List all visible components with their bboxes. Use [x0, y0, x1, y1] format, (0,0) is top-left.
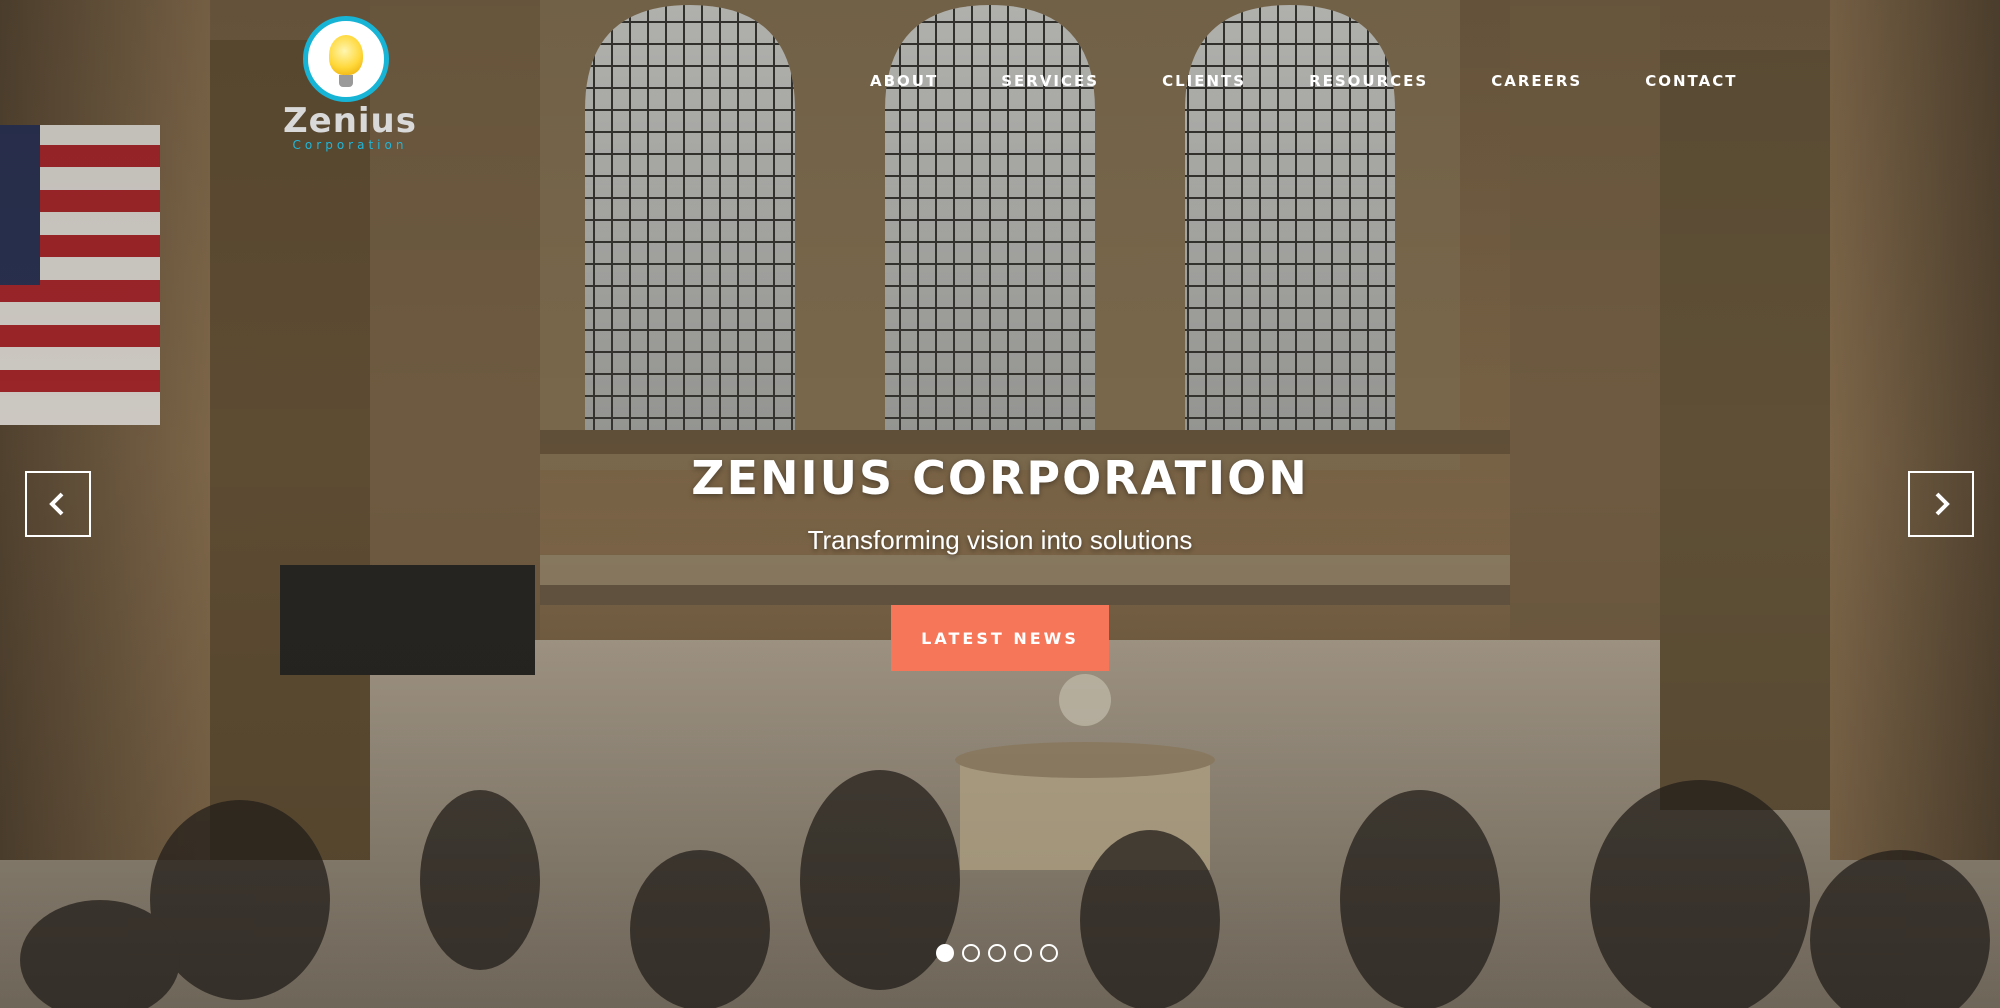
- slider-dot-2[interactable]: [962, 944, 980, 962]
- lightbulb-icon: [329, 35, 363, 87]
- company-logo[interactable]: Zenius Corporation: [270, 16, 430, 156]
- slide-title: ZENIUS CORPORATION: [691, 451, 1309, 505]
- logo-wordmark: Zenius: [282, 101, 417, 141]
- logo-badge: [303, 16, 389, 102]
- nav-resources[interactable]: RESOURCES: [1309, 70, 1428, 92]
- slider-dot-5[interactable]: [1040, 944, 1058, 962]
- latest-news-button[interactable]: LATEST NEWS: [891, 605, 1109, 671]
- slider-dot-3[interactable]: [988, 944, 1006, 962]
- logo-subtitle: Corporation: [292, 138, 408, 152]
- main-nav: ABOUT SERVICES CLIENTS RESOURCES CAREERS…: [870, 70, 1737, 92]
- chevron-right-icon: [1935, 492, 1950, 516]
- chevron-left-icon: [49, 492, 64, 516]
- nav-about[interactable]: ABOUT: [870, 70, 938, 92]
- slider-dot-1[interactable]: [936, 944, 954, 962]
- nav-careers[interactable]: CAREERS: [1491, 70, 1582, 92]
- next-slide-button[interactable]: [1908, 471, 1974, 537]
- slider-pagination: [936, 944, 1066, 962]
- slide-subtitle: Transforming vision into solutions: [807, 525, 1193, 555]
- slider-dot-4[interactable]: [1014, 944, 1032, 962]
- nav-services[interactable]: SERVICES: [1001, 70, 1099, 92]
- prev-slide-button[interactable]: [25, 471, 91, 537]
- nav-contact[interactable]: CONTACT: [1645, 70, 1737, 92]
- nav-clients[interactable]: CLIENTS: [1162, 70, 1246, 92]
